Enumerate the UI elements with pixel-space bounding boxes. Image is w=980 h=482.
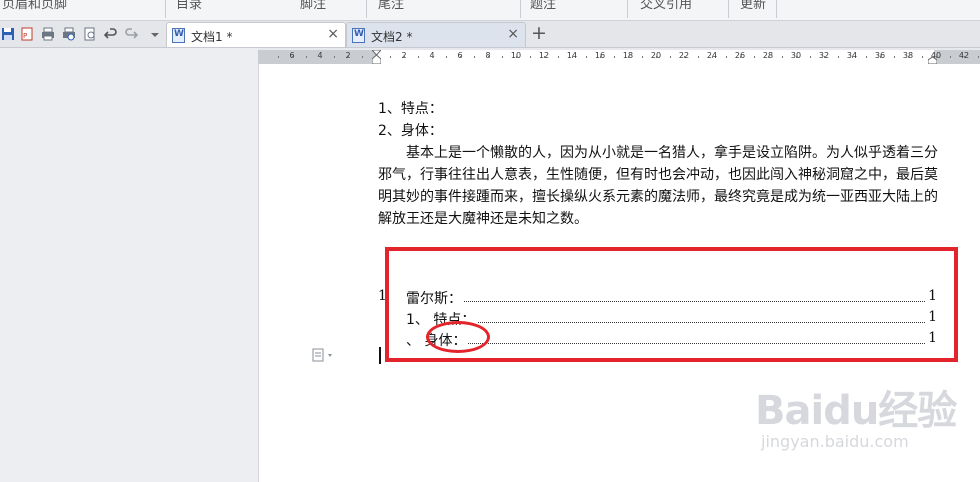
ruler-tick xyxy=(516,56,517,58)
paragraph-line: 明其妙的事件接踵而来，擅长操纵火系元素的魔法师，最终究竟是成为统一亚西亚大陆上的 xyxy=(378,189,938,205)
paragraph-line: 邪气，行事往往出人意表，生性随便，但有时也会冲动，也因此闯入神秘洞窟之中，最后莫 xyxy=(378,167,938,183)
ruler-tick xyxy=(600,56,601,58)
svg-text:P: P xyxy=(23,32,27,40)
ruler-tick xyxy=(348,56,349,58)
ruler-tick xyxy=(838,56,839,58)
ribbon-item-header-footer[interactable]: 页眉和页脚 xyxy=(2,0,67,12)
ruler-tick xyxy=(894,56,895,58)
ribbon-divider xyxy=(728,0,729,18)
ruler-tick xyxy=(628,56,629,58)
ruler-tick xyxy=(362,56,363,58)
ruler-tick xyxy=(446,56,447,58)
ribbon-item-toc[interactable]: 目录 xyxy=(176,0,202,12)
text-cursor xyxy=(379,347,381,364)
ruler-tick xyxy=(810,56,811,58)
undo-icon[interactable] xyxy=(103,27,118,41)
ribbon-item-update[interactable]: 更新 xyxy=(740,0,766,12)
word-doc-icon xyxy=(352,28,365,43)
ruler-tick xyxy=(474,56,475,58)
print-preview-icon[interactable] xyxy=(62,27,76,41)
ruler-tick xyxy=(782,56,783,58)
ribbon-divider xyxy=(366,0,367,18)
ribbon-item-footnote[interactable]: 脚注 xyxy=(300,0,326,12)
ruler-tick xyxy=(334,56,335,58)
save-icon[interactable] xyxy=(1,27,15,41)
ruler-tick xyxy=(530,56,531,58)
ruler-tick xyxy=(544,56,545,58)
tab-bar: P 文档1 * × 文档2 * × + xyxy=(0,21,980,48)
ruler-tick xyxy=(572,56,573,58)
redo-icon[interactable] xyxy=(124,27,139,41)
indent-marker-icon[interactable] xyxy=(372,50,381,64)
annotation-highlight-ellipse xyxy=(426,321,490,353)
ruler-tick xyxy=(320,56,321,58)
ruler-tick xyxy=(278,56,279,58)
horizontal-ruler[interactable]: 6422468101214161820222426283032343638404… xyxy=(258,50,980,64)
print-icon[interactable] xyxy=(41,27,55,41)
ruler-tick xyxy=(292,56,293,58)
paragraph-line: 解放王还是大魔神还是未知之数。 xyxy=(378,211,588,227)
ribbon-divider xyxy=(165,0,166,18)
ribbon-divider xyxy=(520,0,521,18)
heading-features: 1、特点： xyxy=(378,101,443,117)
paragraph-line: 基本上是一个懒散的人，因为从小就是一名猎人，拿手是设立陷阱。为人似乎透着三分 xyxy=(406,145,938,161)
ruler-tick xyxy=(432,56,433,58)
ruler-tick xyxy=(614,56,615,58)
find-icon[interactable] xyxy=(83,27,97,41)
ruler-tick xyxy=(558,56,559,58)
ruler-tick xyxy=(390,56,391,58)
ruler-tick xyxy=(922,56,923,58)
ruler-tick xyxy=(670,56,671,58)
baidu-watermark: Baidu经验 jingyan.baidu.com xyxy=(755,378,975,478)
ruler-tick xyxy=(502,56,503,58)
watermark-logo: Baidu经验 xyxy=(755,388,957,434)
ruler-tick xyxy=(908,56,909,58)
ruler-tick xyxy=(460,56,461,58)
ruler-tick xyxy=(404,56,405,58)
right-indent-marker-icon[interactable] xyxy=(928,57,937,64)
ruler-tick xyxy=(488,56,489,58)
ruler-tick xyxy=(642,56,643,58)
ruler-tick xyxy=(684,56,685,58)
ruler-tick xyxy=(726,56,727,58)
paste-options-icon[interactable] xyxy=(312,348,340,362)
new-tab-icon[interactable]: + xyxy=(531,22,547,44)
ribbon-item-endnote[interactable]: 尾注 xyxy=(378,0,404,12)
tab-document-2[interactable]: 文档2 * × xyxy=(346,22,526,47)
ribbon-divider xyxy=(776,0,777,18)
navigation-pane xyxy=(0,48,258,482)
ruler-tick xyxy=(964,56,965,58)
ribbon-divider xyxy=(627,0,628,18)
ruler-tick xyxy=(712,56,713,58)
ruler-tick xyxy=(824,56,825,58)
ribbon-item-caption[interactable]: 题注 xyxy=(530,0,556,12)
ruler-tick xyxy=(656,56,657,58)
ruler-tick xyxy=(768,56,769,58)
ruler-tick xyxy=(740,56,741,58)
ruler-tick xyxy=(796,56,797,58)
close-icon[interactable]: × xyxy=(507,26,519,42)
ruler-tick xyxy=(586,56,587,58)
ruler-tick xyxy=(978,56,979,58)
ruler-tick xyxy=(866,56,867,58)
tab-label: 文档2 * xyxy=(371,30,413,44)
ruler-tick xyxy=(950,56,951,58)
ruler-tick xyxy=(306,56,307,58)
ruler-tick xyxy=(754,56,755,58)
watermark-url: jingyan.baidu.com xyxy=(761,432,909,451)
ruler-tick xyxy=(698,56,699,58)
close-icon[interactable]: × xyxy=(327,26,339,42)
ruler-tick xyxy=(880,56,881,58)
ruler-tick xyxy=(852,56,853,58)
tab-document-1[interactable]: 文档1 * × xyxy=(166,22,346,47)
dropdown-icon[interactable] xyxy=(148,27,162,41)
ribbon-item-cross-reference[interactable]: 交叉引用 xyxy=(640,0,692,12)
export-pdf-icon[interactable]: P xyxy=(20,27,34,41)
heading-body: 2、身体： xyxy=(378,123,443,139)
ribbon-bar: 页眉和页脚 目录 脚注 尾注 题注 交叉引用 更新 xyxy=(0,0,980,21)
word-doc-icon xyxy=(172,28,185,43)
tab-label: 文档1 * xyxy=(191,30,233,44)
ruler-tick xyxy=(418,56,419,58)
